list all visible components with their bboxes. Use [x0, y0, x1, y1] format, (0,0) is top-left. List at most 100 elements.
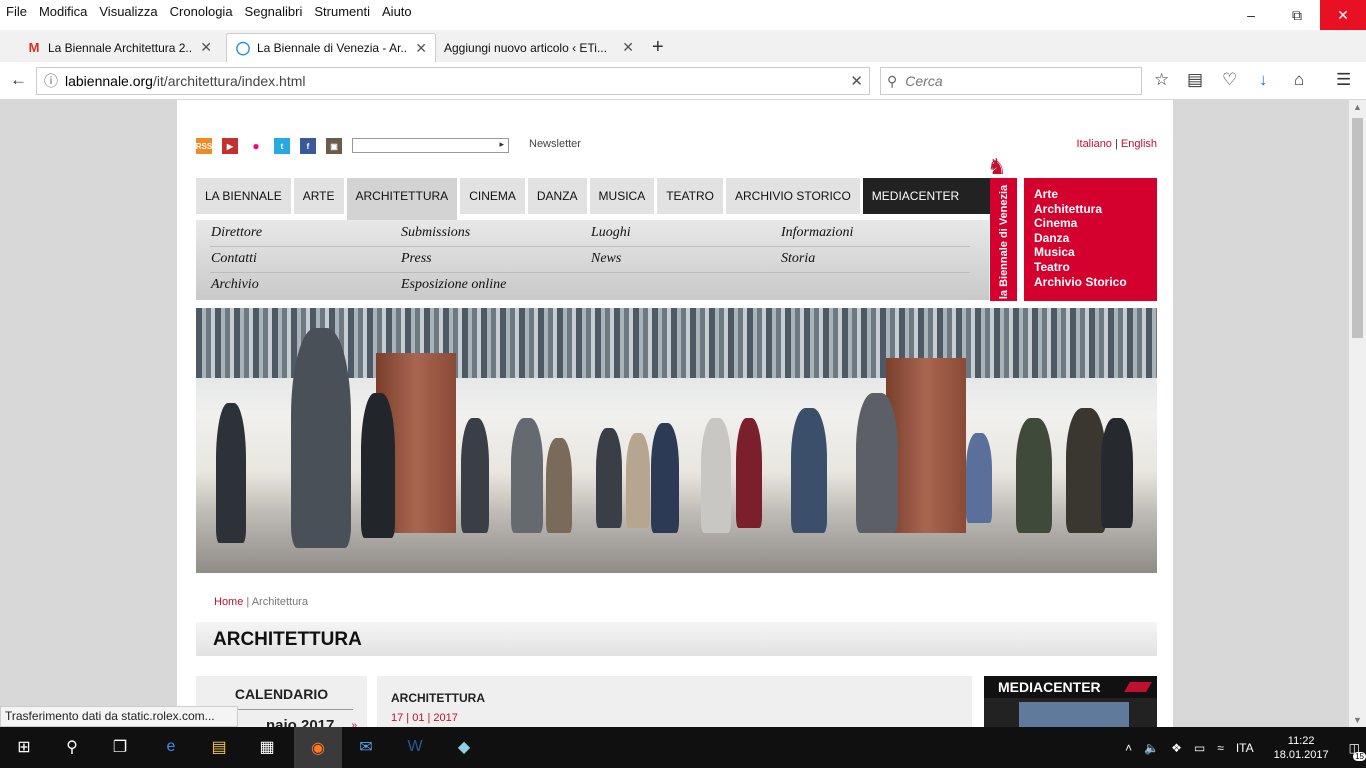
scrollbar-thumb[interactable] — [1352, 118, 1363, 338]
back-icon[interactable]: ← — [10, 70, 27, 90]
bookmark-star-icon[interactable]: ☆ — [1154, 70, 1169, 90]
news-title[interactable]: ARCHITETTURA — [391, 691, 485, 705]
windows-start-icon[interactable]: ⊞ — [11, 735, 37, 759]
outlook-icon[interactable]: ✉ — [353, 735, 379, 759]
menu-segnalibri[interactable]: Segnalibri — [239, 4, 309, 19]
app-icon[interactable]: ◆ — [451, 735, 477, 759]
nav-danza[interactable]: Danza — [527, 178, 587, 214]
store-icon[interactable]: ▦ — [254, 735, 280, 759]
download-icon[interactable]: ↓ — [1259, 70, 1268, 90]
scrollbar[interactable]: ▲ ▼ — [1349, 100, 1366, 727]
tab-bar: M La Biennale Architettura 2... ✕ ◯ La B… — [0, 30, 1366, 62]
subnav-informazioni[interactable]: Informazioni — [781, 225, 853, 241]
pocket-icon[interactable]: ♡ — [1222, 70, 1237, 90]
battery-icon[interactable]: ▭ — [1194, 741, 1205, 755]
tab-wordpress[interactable]: Aggiungi nuovo articolo ‹ ETi... ✕ — [436, 33, 642, 62]
tab-gmail[interactable]: M La Biennale Architettura 2... ✕ — [18, 33, 220, 62]
nav-musica[interactable]: Musica — [589, 178, 655, 214]
close-tab-icon[interactable]: ✕ — [200, 39, 212, 56]
subnav-esposizione-online[interactable]: Esposizione online — [401, 277, 506, 293]
subnav-direttore[interactable]: Direttore — [211, 225, 262, 241]
tab-biennale[interactable]: ◯ La Biennale di Venezia - Ar... ✕ — [226, 33, 436, 62]
search-go-icon[interactable]: ▸ — [499, 139, 504, 150]
nav-cinema[interactable]: Cinema — [460, 178, 525, 214]
subnav-submissions[interactable]: Submissions — [401, 225, 470, 241]
menu-strumenti[interactable]: Strumenti — [308, 4, 376, 19]
subnav-contatti[interactable]: Contatti — [211, 251, 257, 267]
main-nav: La Biennale Arte Architettura Cinema Dan… — [196, 178, 1034, 220]
twitter-icon[interactable]: t — [274, 138, 290, 154]
youtube-icon[interactable]: ▶ — [222, 138, 238, 154]
file-explorer-icon[interactable]: ▤ — [206, 735, 232, 759]
social-links: RSS ▶ ● t f ▣ — [196, 138, 342, 154]
lang-english-link[interactable]: English — [1121, 138, 1157, 150]
wifi-icon[interactable]: ≈ — [1217, 741, 1224, 755]
nav-arte[interactable]: Arte — [293, 178, 344, 214]
close-tab-icon[interactable]: ✕ — [622, 39, 634, 56]
menu-aiuto[interactable]: Aiuto — [376, 4, 418, 19]
menu-file[interactable]: File — [0, 4, 33, 19]
flickr-icon[interactable]: ● — [248, 138, 264, 154]
notifications-icon[interactable]: ◫ 15 — [1349, 741, 1366, 761]
subnav-archivio[interactable]: Archivio — [211, 277, 259, 293]
menu-bar: File Modifica Visualizza Cronologia Segn… — [0, 0, 1366, 22]
menu-cronologia[interactable]: Cronologia — [164, 4, 239, 19]
mediacenter-flag-icon — [1124, 682, 1152, 692]
search-icon: ⚲ — [887, 72, 898, 89]
hamburger-menu-icon[interactable]: ☰ — [1336, 70, 1351, 90]
lang-italiano-link[interactable]: Italiano — [1076, 138, 1111, 150]
tab-title: Aggiungi nuovo articolo ‹ ETi... — [444, 40, 607, 55]
mediacenter-header[interactable]: MEDIACENTER — [984, 676, 1157, 698]
nav-teatro[interactable]: Teatro — [657, 178, 723, 214]
clear-url-icon[interactable]: ✕ — [850, 72, 863, 90]
minimize-button[interactable]: – — [1228, 0, 1274, 30]
firefox-icon[interactable]: ◉ — [294, 727, 342, 768]
subnav-luoghi[interactable]: Luoghi — [591, 225, 631, 241]
biennale-logo-box[interactable]: la Biennale di Venezia Arte Architettura… — [990, 178, 1157, 301]
mediacenter-box: MEDIACENTER — [984, 676, 1157, 727]
restore-button[interactable]: ⧉ — [1274, 0, 1320, 30]
close-tab-icon[interactable]: ✕ — [415, 40, 427, 57]
show-hidden-icon[interactable]: ˄ — [1125, 741, 1132, 755]
scroll-up-icon[interactable]: ▲ — [1353, 102, 1362, 112]
word-icon[interactable]: W — [402, 735, 428, 759]
menu-modifica[interactable]: Modifica — [33, 4, 93, 19]
clock[interactable]: 11:22 18.01.2017 — [1274, 734, 1329, 762]
task-view-icon[interactable]: ❐ — [107, 735, 133, 759]
next-month-icon[interactable]: » — [351, 720, 357, 727]
edge-icon[interactable]: e — [158, 735, 184, 759]
logo-vertical-text: la Biennale di Venezia — [998, 184, 1011, 300]
breadcrumb: Home | Architettura — [214, 596, 308, 608]
status-bar: Trasferimento dati da static.rolex.com..… — [0, 706, 238, 727]
page-title-bar: ARCHITETTURA — [196, 622, 1157, 656]
breadcrumb-home-link[interactable]: Home — [214, 596, 243, 608]
volume-icon[interactable]: 🔈 — [1144, 741, 1159, 755]
reading-list-icon[interactable]: ▤ — [1187, 70, 1203, 90]
newsletter-link[interactable]: Newsletter — [529, 138, 581, 150]
info-icon[interactable]: ⓘ — [37, 71, 65, 91]
url-text: labiennale.org/it/architettura/index.htm… — [65, 73, 306, 89]
instagram-icon[interactable]: ▣ — [326, 138, 342, 154]
menu-visualizza[interactable]: Visualizza — [93, 4, 163, 19]
close-window-button[interactable]: ✕ — [1320, 0, 1366, 30]
subnav-press[interactable]: Press — [401, 251, 432, 267]
search-icon[interactable]: ⚲ — [59, 735, 85, 759]
new-tab-button[interactable]: + — [652, 36, 664, 59]
nav-archivio-storico[interactable]: Archivio Storico — [725, 178, 860, 214]
page-container: RSS ▶ ● t f ▣ ▸ Newsletter Italiano | En… — [177, 100, 1173, 727]
site-search-input[interactable]: ▸ — [352, 138, 509, 153]
nav-architettura[interactable]: Architettura — [346, 178, 458, 220]
scroll-down-icon[interactable]: ▼ — [1353, 715, 1362, 725]
search-input[interactable]: ⚲ Cerca — [880, 67, 1142, 95]
subnav-storia[interactable]: Storia — [781, 251, 815, 267]
url-bar[interactable]: ⓘ labiennale.org/it/architettura/index.h… — [36, 67, 870, 95]
rss-icon[interactable]: RSS — [196, 138, 212, 154]
input-language[interactable]: ITA — [1236, 741, 1254, 755]
subnav-news[interactable]: News — [591, 251, 621, 267]
dropbox-icon[interactable]: ❖ — [1171, 741, 1182, 755]
nav-la-biennale[interactable]: La Biennale — [196, 178, 291, 214]
facebook-icon[interactable]: f — [300, 138, 316, 154]
home-icon[interactable]: ⌂ — [1294, 70, 1304, 90]
video-thumbnail[interactable] — [1019, 702, 1129, 727]
calendar-month: naio 2017 — [266, 717, 335, 727]
